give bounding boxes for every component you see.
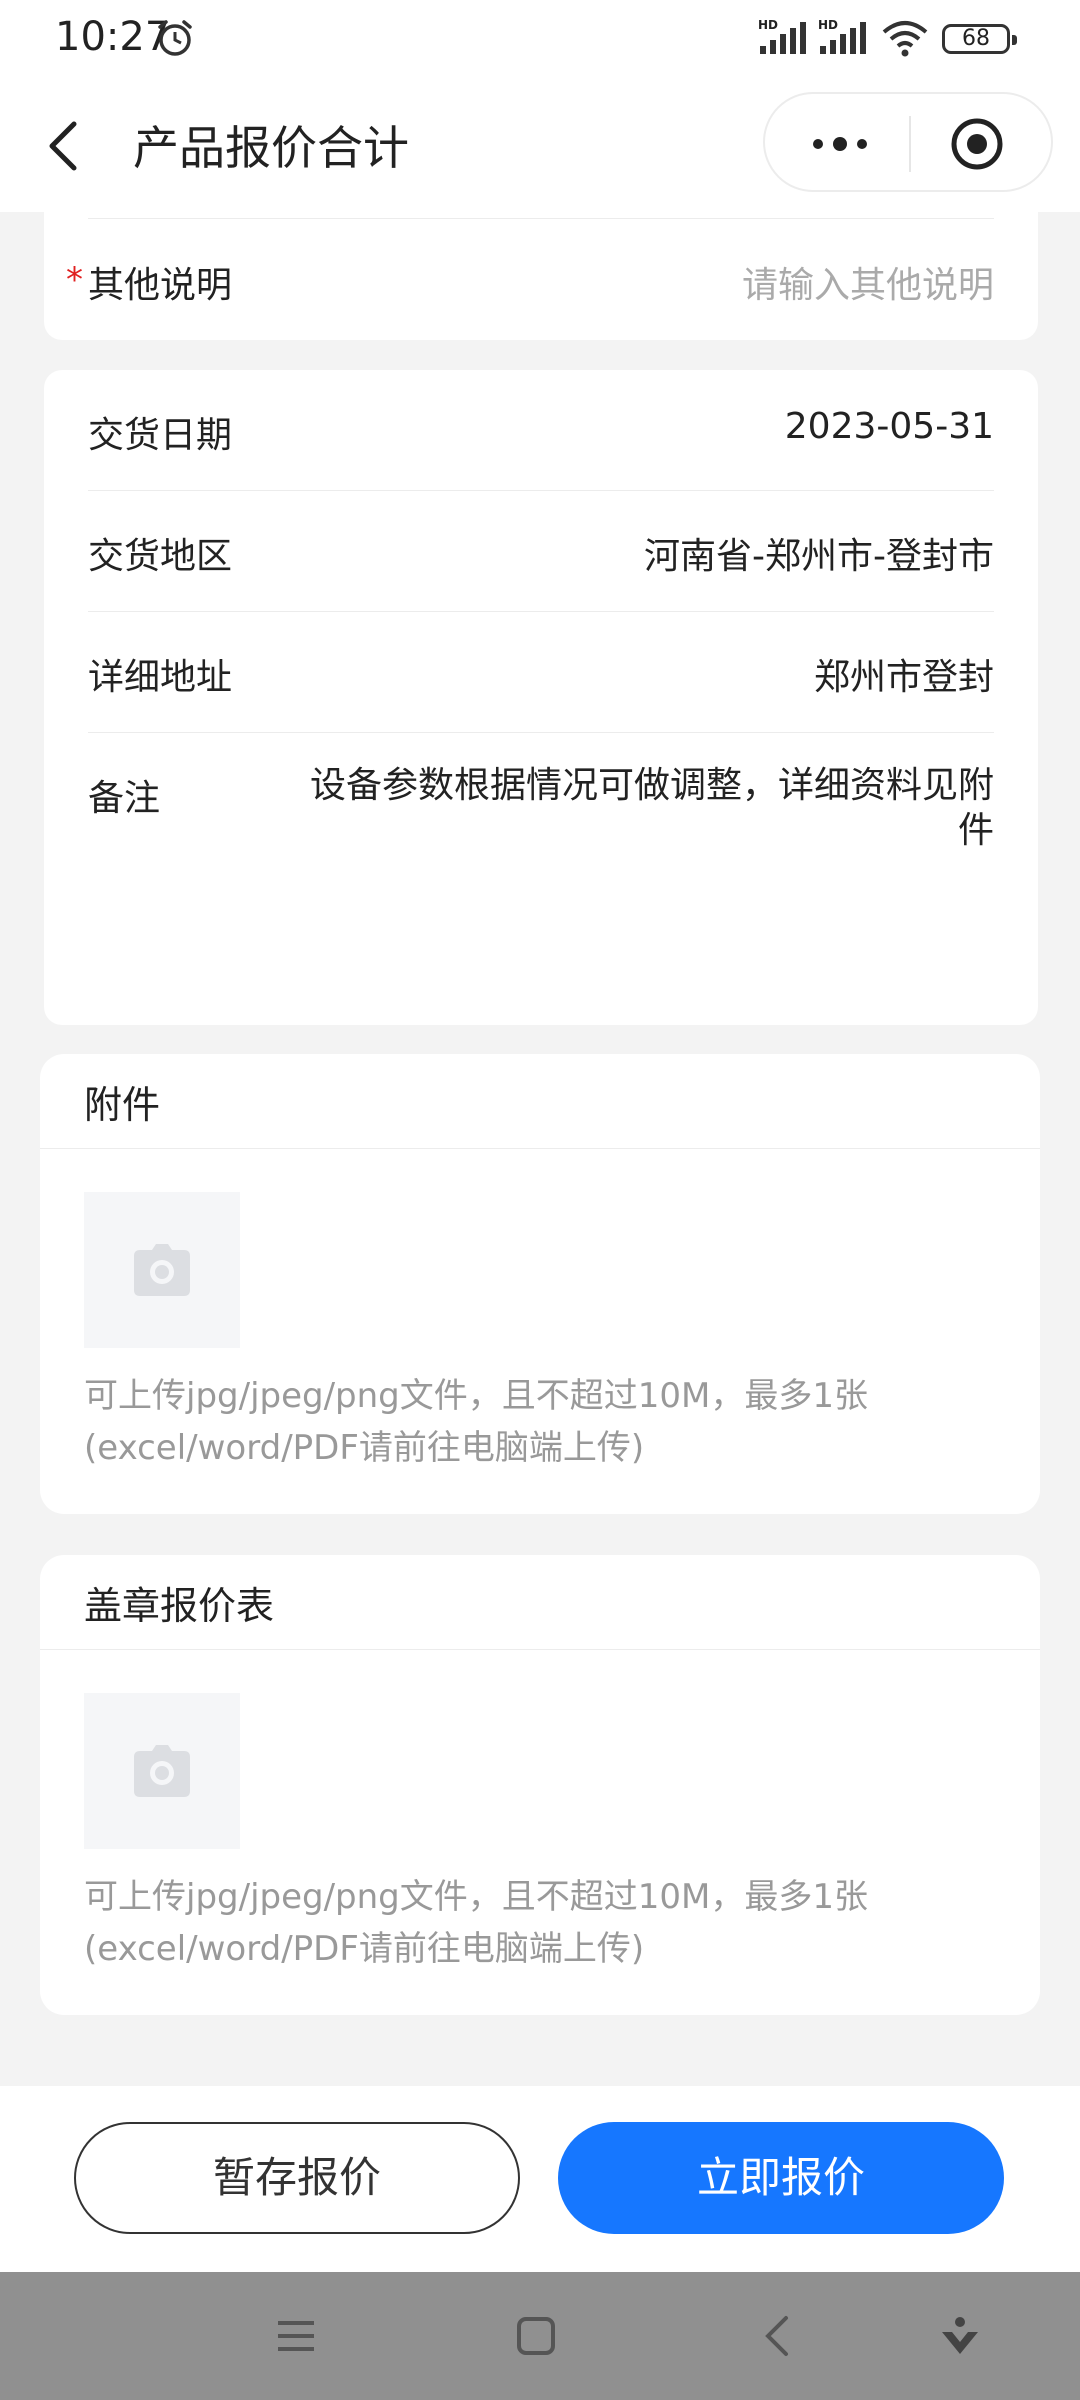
camera-icon xyxy=(134,1244,190,1296)
bottom-action-bar: 暂存报价 立即报价 xyxy=(0,2086,1080,2272)
remark-value: 设备参数根据情况可做调整，详细资料见附件 xyxy=(309,765,994,851)
home-square-icon[interactable] xyxy=(514,2314,558,2358)
divider xyxy=(40,1148,1040,1149)
more-dots-icon[interactable] xyxy=(805,120,875,168)
wifi-icon xyxy=(882,21,928,57)
other-notes-label: 其他说明 xyxy=(88,265,233,306)
submit-quote-button[interactable]: 立即报价 xyxy=(558,2122,1004,2234)
attachment-card: 附件 可上传jpg/jpeg/png文件，且不超过10M，最多1张 (excel… xyxy=(40,1054,1040,1514)
divider xyxy=(40,1649,1040,1650)
stamped-quote-card: 盖章报价表 可上传jpg/jpeg/png文件，且不超过10M，最多1张 (ex… xyxy=(40,1555,1040,2015)
attachment-upload-button[interactable] xyxy=(84,1192,240,1348)
delivery-date-label: 交货日期 xyxy=(88,415,233,456)
required-mark: * xyxy=(66,260,83,300)
delivery-region-row[interactable]: 交货地区 河南省-郑州市-登封市 xyxy=(88,491,994,612)
stamped-quote-title: 盖章报价表 xyxy=(84,1584,275,1628)
signal-icon-2: HD xyxy=(818,18,870,56)
attachment-hint-line1: 可上传jpg/jpeg/png文件，且不超过10M，最多1张 xyxy=(84,1376,868,1416)
detail-address-value: 郑州市登封 xyxy=(813,657,994,698)
capsule-divider xyxy=(909,116,911,172)
status-time: 10:27 xyxy=(55,14,171,60)
delivery-region-label: 交货地区 xyxy=(88,536,233,577)
detail-address-row[interactable]: 详细地址 郑州市登封 xyxy=(88,612,994,733)
attachment-hint: 可上传jpg/jpeg/png文件，且不超过10M，最多1张 (excel/wo… xyxy=(84,1370,868,1474)
menu-icon[interactable] xyxy=(274,2314,318,2358)
save-draft-button[interactable]: 暂存报价 xyxy=(74,2122,520,2234)
alarm-clock-icon xyxy=(158,20,192,56)
detail-address-label: 详细地址 xyxy=(88,657,233,698)
remark-row: 备注 设备参数根据情况可做调整，详细资料见附件 xyxy=(88,733,994,854)
signal-hd-label-2: HD xyxy=(818,18,839,32)
signal-hd-label: HD xyxy=(758,18,779,32)
system-nav-bar xyxy=(0,2272,1080,2400)
status-bar: 10:27 HD HD 68 xyxy=(0,0,1080,80)
delivery-info-card: 交货日期 2023-05-31 交货地区 河南省-郑州市-登封市 详细地址 郑州… xyxy=(44,370,1038,1025)
mini-program-capsule xyxy=(763,92,1053,192)
nav-bar: 产品报价合计 xyxy=(0,80,1080,212)
divider xyxy=(88,218,994,219)
stamped-quote-upload-button[interactable] xyxy=(84,1693,240,1849)
chevron-left-icon[interactable] xyxy=(44,116,84,176)
battery-icon: 68 xyxy=(942,24,1017,54)
stamped-quote-hint-line1: 可上传jpg/jpeg/png文件，且不超过10M，最多1张 xyxy=(84,1877,868,1917)
stamped-quote-hint: 可上传jpg/jpeg/png文件，且不超过10M，最多1张 (excel/wo… xyxy=(84,1871,868,1975)
other-notes-input[interactable]: 请输入其他说明 xyxy=(742,256,994,308)
stamped-quote-hint-line2: (excel/word/PDF请前往电脑端上传) xyxy=(84,1929,645,1969)
page-title: 产品报价合计 xyxy=(133,121,409,175)
delivery-region-value: 河南省-郑州市-登封市 xyxy=(644,536,994,577)
attachment-title: 附件 xyxy=(84,1083,161,1127)
other-notes-card: * 其他说明 请输入其他说明 xyxy=(44,212,1038,340)
camera-icon xyxy=(134,1745,190,1797)
battery-level: 68 xyxy=(962,26,990,51)
remark-label: 备注 xyxy=(88,778,161,819)
target-circle-icon[interactable] xyxy=(949,116,1005,172)
signal-icon: HD xyxy=(758,18,810,56)
assistant-icon[interactable] xyxy=(938,2314,982,2358)
delivery-date-row[interactable]: 交货日期 2023-05-31 xyxy=(88,370,994,491)
delivery-date-value: 2023-05-31 xyxy=(784,406,994,447)
back-triangle-icon[interactable] xyxy=(756,2314,800,2358)
attachment-hint-line2: (excel/word/PDF请前往电脑端上传) xyxy=(84,1428,645,1468)
